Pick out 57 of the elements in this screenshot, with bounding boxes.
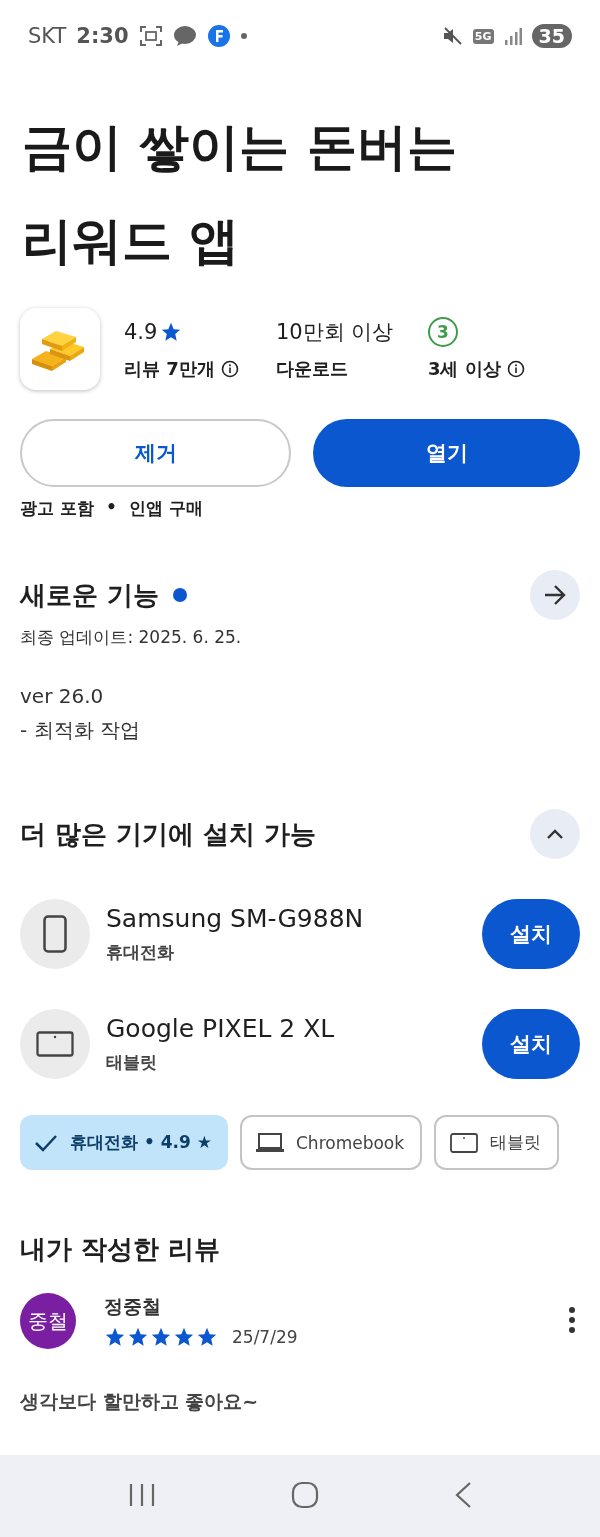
clock-time: 2:30 [76, 24, 129, 48]
tablet-icon [450, 1132, 479, 1153]
stat-label: 다운로드 [275, 357, 348, 381]
info-icon[interactable] [220, 360, 239, 378]
star-icon [150, 1326, 172, 1348]
carrier-label: SKT [28, 24, 67, 48]
device-filter-chip[interactable]: 휴대전화 • 4.9 ★ [20, 1115, 228, 1170]
info-icon[interactable] [506, 360, 525, 378]
user-avatar: 중철 [20, 1293, 76, 1349]
right-arrow-icon [543, 584, 567, 606]
app-badge-icon [206, 24, 231, 48]
star-icon [104, 1326, 126, 1348]
app-title: 금이 쌓이는 돈버는 [22, 117, 458, 178]
open-button[interactable]: 열기 [313, 419, 580, 487]
device-filter-chip[interactable]: Chromebook [240, 1115, 423, 1170]
age-rating-badge: 3 [427, 317, 458, 347]
app-note: 인앱 구매 [128, 497, 203, 520]
check-icon [34, 1133, 58, 1152]
last-updated: 최종 업데이트: 2025. 6. 25. [19, 626, 243, 649]
rating-value: 4.9 [123, 320, 158, 344]
screenshot-icon [138, 25, 163, 47]
device-type: 태블릿 [106, 1051, 158, 1074]
review-text: 생각보다 할만하고 좋아요~ [19, 1389, 260, 1414]
reviewer-name: 정중철 [104, 1294, 162, 1319]
signal-icon [503, 27, 522, 45]
section-heading: 내가 작성한 리뷰 [20, 1233, 221, 1266]
laptop-icon [256, 1132, 284, 1153]
battery-level: 35 [531, 24, 572, 48]
tablet-icon [36, 1031, 74, 1057]
device-name: Google PIXEL 2 XL [106, 1014, 336, 1043]
install-button[interactable]: 설치 [482, 1009, 580, 1079]
release-note: ver 26.0 [19, 683, 105, 710]
arrow-button[interactable] [530, 570, 580, 620]
review-date: 25/7/29 [232, 1327, 298, 1347]
app-note: 광고 포함 [20, 497, 94, 520]
caret-icon [545, 827, 565, 841]
install-button[interactable]: 설치 [482, 899, 580, 969]
device-filter-chip[interactable]: 태블릿 [434, 1115, 560, 1170]
chat-bubble-icon [172, 25, 197, 47]
stat-label: 3세 이상 [427, 357, 501, 381]
uninstall-button[interactable]: 제거 [20, 419, 291, 487]
section-heading: 새로운 기능 [20, 578, 160, 612]
release-note: - 최적화 작업 [19, 717, 141, 744]
network-label: 5G [472, 28, 494, 44]
download-count: 10만회 이상 [275, 319, 394, 346]
star-icon [127, 1326, 149, 1348]
star-icon [196, 1326, 218, 1348]
section-heading: 더 많은 기기에 설치 가능 [20, 817, 317, 851]
device-type: 휴대전화 [106, 941, 175, 964]
app-title: 리워드 앱 [22, 211, 241, 272]
separator-dot: • [105, 497, 117, 519]
phone-icon [43, 915, 67, 953]
device-name: Samsung SM-G988N [106, 904, 365, 933]
mute-icon [442, 27, 463, 45]
stat-label: 리뷰 7만개 [123, 357, 215, 381]
notification-dot-icon [240, 33, 247, 39]
star-icon [173, 1326, 195, 1348]
